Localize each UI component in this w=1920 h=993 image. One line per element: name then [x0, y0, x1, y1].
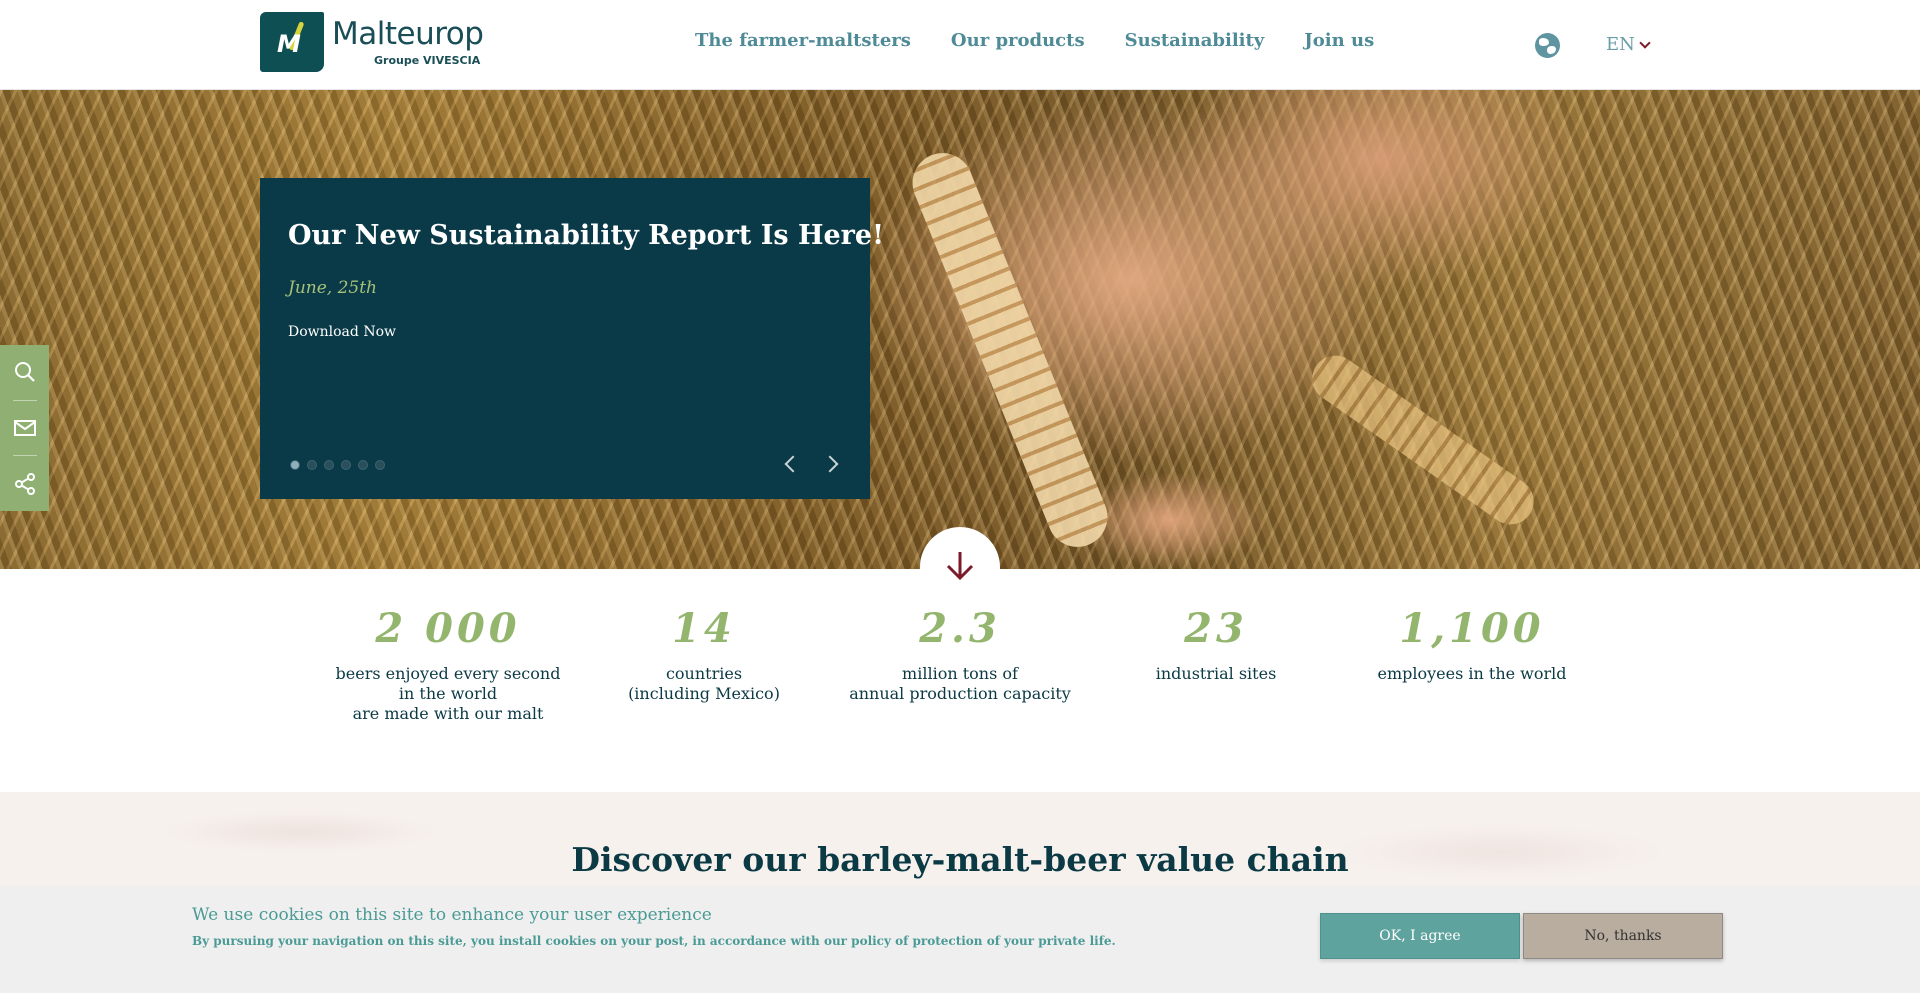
stat-label: beers enjoyed every second in the world … — [335, 664, 561, 723]
section-title: Discover our barley-malt-beer value chai… — [571, 840, 1349, 879]
stat-label: million tons of annual production capaci… — [849, 664, 1071, 703]
slider-dot[interactable] — [358, 460, 368, 470]
sidebar-share-button[interactable] — [0, 456, 49, 511]
brand-name: Malteurop — [332, 15, 484, 52]
stat-value: 2.3 — [919, 605, 1001, 652]
download-now-link[interactable]: Download Now — [288, 324, 396, 340]
logo-mark-icon: M — [260, 12, 324, 72]
nav-sustainability[interactable]: Sustainability — [1125, 30, 1265, 51]
scroll-down-button[interactable] — [920, 527, 1000, 607]
slider-dot[interactable] — [341, 460, 351, 470]
cookie-agree-button[interactable]: OK, I agree — [1320, 913, 1520, 959]
stat-label: employees in the world — [1377, 664, 1567, 683]
stat-countries: 14 countries (including Mexico) — [584, 600, 824, 704]
stat-label: countries (including Mexico) — [628, 664, 780, 703]
stat-beers: 2 000 beers enjoyed every second in the … — [328, 600, 568, 724]
brand-subtitle: Groupe VIVESCIA — [374, 53, 481, 67]
cookie-text: By pursuing your navigation on this site… — [192, 934, 1116, 948]
nav-farmer-maltsters[interactable]: The farmer-maltsters — [695, 30, 911, 51]
hero-image-barley-secondary — [1303, 346, 1543, 534]
nav-join-us[interactable]: Join us — [1304, 30, 1374, 51]
nav-our-products[interactable]: Our products — [951, 30, 1085, 51]
stat-value: 14 — [672, 605, 736, 652]
slide-title: Our New Sustainability Report Is Here! — [288, 220, 884, 251]
stat-employees: 1,100 employees in the world — [1352, 600, 1592, 684]
slider-dot[interactable] — [307, 460, 317, 470]
share-icon — [14, 472, 35, 495]
sidebar-search-button[interactable] — [0, 345, 49, 400]
sidebar-mail-button[interactable] — [0, 401, 49, 456]
stat-value: 23 — [1184, 605, 1248, 652]
stat-value: 2 000 — [375, 605, 521, 652]
cookie-title: We use cookies on this site to enhance y… — [192, 905, 712, 925]
hero-slide-card: Our New Sustainability Report Is Here! J… — [260, 178, 884, 499]
globe-icon[interactable] — [1535, 33, 1560, 58]
stat-production: 2.3 million tons of annual production ca… — [840, 600, 1080, 704]
arrow-down-icon — [946, 552, 974, 581]
stat-sites: 23 industrial sites — [1096, 600, 1336, 684]
slider-pagination — [290, 460, 385, 470]
cookie-banner: We use cookies on this site to enhance y… — [0, 885, 1920, 993]
logo[interactable]: M Malteurop Groupe VIVESCIA — [260, 12, 484, 72]
chevron-down-icon — [1639, 36, 1651, 49]
key-figures: 2 000 beers enjoyed every second in the … — [0, 600, 1920, 790]
slider-dot[interactable] — [375, 460, 385, 470]
site-header: M Malteurop Groupe VIVESCIA The farmer-m… — [0, 0, 1920, 90]
language-selector[interactable]: EN — [1606, 34, 1651, 55]
language-label: EN — [1606, 34, 1635, 55]
mail-icon — [13, 420, 36, 436]
main-nav: The farmer-maltsters Our products Sustai… — [695, 30, 1374, 51]
cookie-decline-button[interactable]: No, thanks — [1523, 913, 1723, 959]
logo-letter: M — [277, 30, 301, 58]
slider-dot[interactable] — [324, 460, 334, 470]
slide-date: June, 25th — [288, 278, 377, 298]
search-icon — [14, 362, 35, 383]
slider-prev-icon[interactable] — [776, 450, 804, 478]
slider-next-icon[interactable] — [818, 450, 846, 478]
slider-dot[interactable] — [290, 460, 300, 470]
logo-text: Malteurop Groupe VIVESCIA — [332, 15, 484, 67]
stat-label: industrial sites — [1155, 664, 1277, 683]
hero-image-barley — [903, 144, 1117, 556]
stat-value: 1,100 — [1399, 605, 1545, 652]
side-toolbar — [0, 345, 49, 511]
